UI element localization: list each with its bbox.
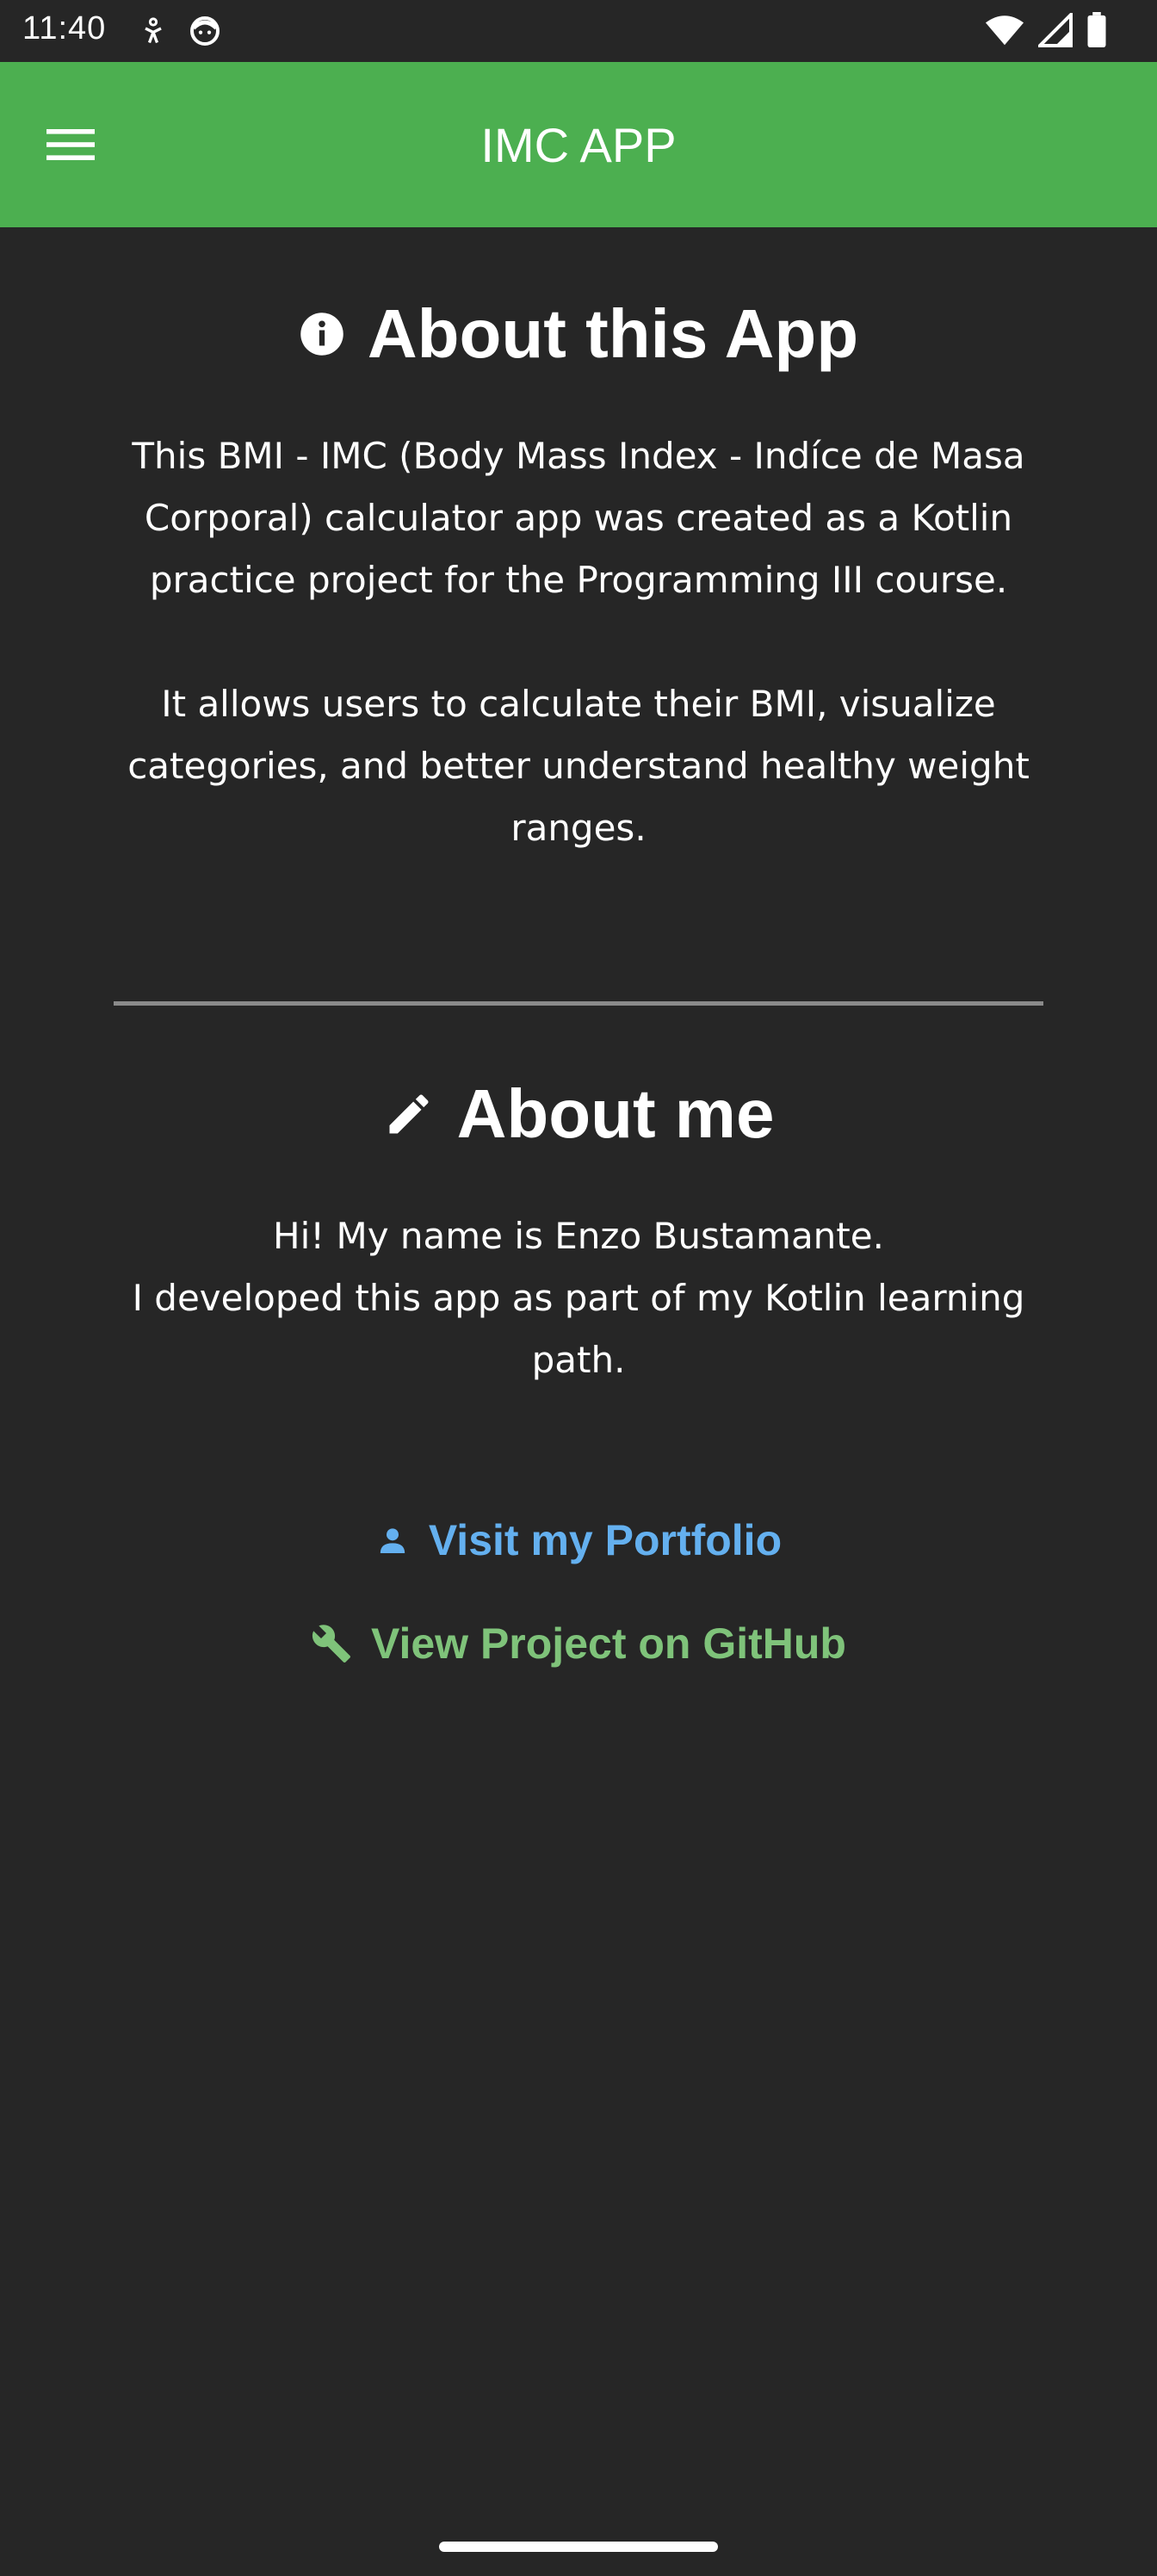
battery-icon — [1087, 12, 1106, 48]
about-me-paragraph: Hi! My name is Enzo Bustamante. I develo… — [0, 1205, 1157, 1391]
paragraph-line: practice project for the Programming III… — [149, 559, 1008, 601]
about-app-title: About this App — [0, 291, 1157, 377]
about-app-paragraph-1: This BMI - IMC (Body Mass Index - Indíce… — [0, 425, 1157, 611]
accessibility-icon — [145, 17, 162, 44]
menu-button[interactable] — [34, 110, 107, 179]
section-divider — [114, 1001, 1043, 1006]
portfolio-link-label: Visit my Portfolio — [428, 1516, 783, 1564]
github-link[interactable]: View Project on GitHub — [0, 1613, 1157, 1674]
signal-icon — [1038, 13, 1073, 47]
paragraph-line: ranges. — [510, 807, 647, 849]
paragraph-line: Corporal) calculator app was created as … — [144, 497, 1013, 539]
paragraph-line: It allows users to calculate their BMI, … — [161, 683, 996, 725]
status-bar: 11:40 — [0, 0, 1157, 62]
about-app-title-text: About this App — [367, 295, 859, 372]
wifi-icon — [985, 15, 1024, 46]
paragraph-line: categories, and better understand health… — [127, 745, 1030, 787]
status-time: 11:40 — [22, 10, 107, 46]
about-me-title: About me — [0, 1071, 1157, 1157]
info-icon — [299, 311, 345, 357]
person-icon — [375, 1523, 410, 1557]
status-left-icons — [138, 14, 222, 48]
paragraph-line: This BMI - IMC (Body Mass Index - Indíce… — [132, 435, 1025, 477]
portfolio-link[interactable]: Visit my Portfolio — [0, 1510, 1157, 1570]
app-bar: IMC APP — [0, 62, 1157, 227]
hamburger-menu-icon — [46, 129, 95, 160]
gesture-nav-handle[interactable] — [439, 2542, 718, 2552]
paragraph-line: path. — [531, 1339, 626, 1381]
paragraph-line: Hi! My name is Enzo Bustamante. — [273, 1215, 884, 1257]
github-link-label: View Project on GitHub — [371, 1619, 846, 1668]
about-app-paragraph-2: It allows users to calculate their BMI, … — [0, 673, 1157, 859]
paragraph-line: I developed this app as part of my Kotli… — [132, 1277, 1025, 1319]
pencil-icon — [383, 1088, 435, 1140]
face-icon — [190, 16, 220, 46]
about-me-title-text: About me — [456, 1075, 775, 1152]
status-right-icons — [985, 12, 1107, 48]
wrench-icon — [311, 1623, 352, 1664]
app-title: IMC APP — [480, 117, 677, 172]
